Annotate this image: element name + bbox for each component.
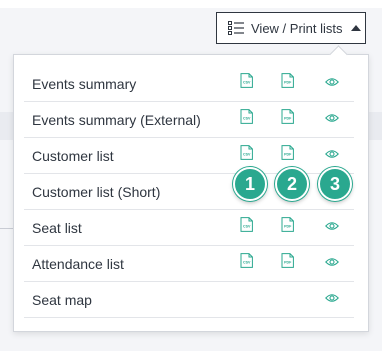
pdf-file-icon: PDF — [281, 253, 294, 268]
eye-icon — [325, 258, 339, 266]
svg-text:CSV: CSV — [243, 117, 251, 121]
list-item-label: Events summary (External) — [32, 112, 201, 128]
background-divider — [0, 228, 14, 229]
csv-file-icon: CSV — [240, 217, 253, 232]
download-pdf-button[interactable]: PDF — [281, 253, 294, 273]
view-list-button[interactable] — [325, 110, 339, 128]
view-list-button[interactable] — [325, 290, 339, 308]
list-item-seat-list: Seat list CSV PDF — [24, 210, 354, 246]
caret-up-icon — [350, 25, 361, 31]
svg-text:PDF: PDF — [284, 153, 292, 157]
eye-icon — [325, 294, 339, 302]
download-pdf-button[interactable]: PDF — [281, 73, 294, 93]
eye-icon — [325, 78, 339, 86]
pdf-file-icon: PDF — [281, 73, 294, 88]
list-item-label: Attendance list — [32, 256, 124, 272]
step-badge-2: 2 — [275, 167, 309, 201]
download-csv-button[interactable]: CSV — [240, 109, 253, 129]
list-icon — [228, 21, 244, 35]
svg-text:CSV: CSV — [243, 225, 251, 229]
csv-file-icon: CSV — [240, 73, 253, 88]
list-item-events-summary: Events summary CSV PDF — [24, 66, 354, 102]
svg-text:PDF: PDF — [284, 81, 292, 85]
list-item-label: Customer list — [32, 148, 114, 164]
csv-file-icon: CSV — [240, 109, 253, 124]
svg-text:PDF: PDF — [284, 261, 292, 265]
step-badge-3: 3 — [318, 167, 352, 201]
list-item-label: Seat map — [32, 292, 92, 308]
csv-file-icon: CSV — [240, 253, 253, 268]
svg-text:CSV: CSV — [243, 153, 251, 157]
list-item-seat-map: Seat map — [24, 282, 354, 318]
download-pdf-button[interactable]: PDF — [281, 145, 294, 165]
list-item-label: Events summary — [32, 76, 137, 92]
download-pdf-button[interactable]: PDF — [281, 109, 294, 129]
csv-file-icon: CSV — [240, 145, 253, 160]
page-header-strip — [0, 0, 382, 8]
svg-text:CSV: CSV — [243, 81, 251, 85]
list-item-events-summary-external: Events summary (External) CSV PDF — [24, 102, 354, 138]
pdf-file-icon: PDF — [281, 109, 294, 124]
view-print-lists-button[interactable]: View / Print lists — [216, 12, 366, 44]
eye-icon — [325, 114, 339, 122]
view-list-button[interactable] — [325, 254, 339, 272]
view-list-button[interactable] — [325, 74, 339, 92]
svg-text:CSV: CSV — [243, 261, 251, 265]
download-csv-button[interactable]: CSV — [240, 217, 253, 237]
view-list-button[interactable] — [325, 146, 339, 164]
list-item-label: Customer list (Short) — [32, 184, 161, 200]
list-item-attendance-list: Attendance list CSV PDF — [24, 246, 354, 282]
view-list-button[interactable] — [325, 218, 339, 236]
download-csv-button[interactable]: CSV — [240, 73, 253, 93]
download-pdf-button[interactable]: PDF — [281, 217, 294, 237]
step-badge-1: 1 — [233, 167, 267, 201]
list-item-customer-list: Customer list CSV PDF — [24, 138, 354, 174]
svg-text:PDF: PDF — [284, 225, 292, 229]
svg-text:PDF: PDF — [284, 117, 292, 121]
eye-icon — [325, 222, 339, 230]
download-csv-button[interactable]: CSV — [240, 145, 253, 165]
view-print-lists-label: View / Print lists — [251, 20, 343, 36]
eye-icon — [325, 150, 339, 158]
lists-dropdown-menu: Events summary CSV PDF Events summary (Exte… — [13, 54, 369, 332]
pdf-file-icon: PDF — [281, 217, 294, 232]
download-csv-button[interactable]: CSV — [240, 253, 253, 273]
pdf-file-icon: PDF — [281, 145, 294, 160]
list-item-label: Seat list — [32, 220, 82, 236]
